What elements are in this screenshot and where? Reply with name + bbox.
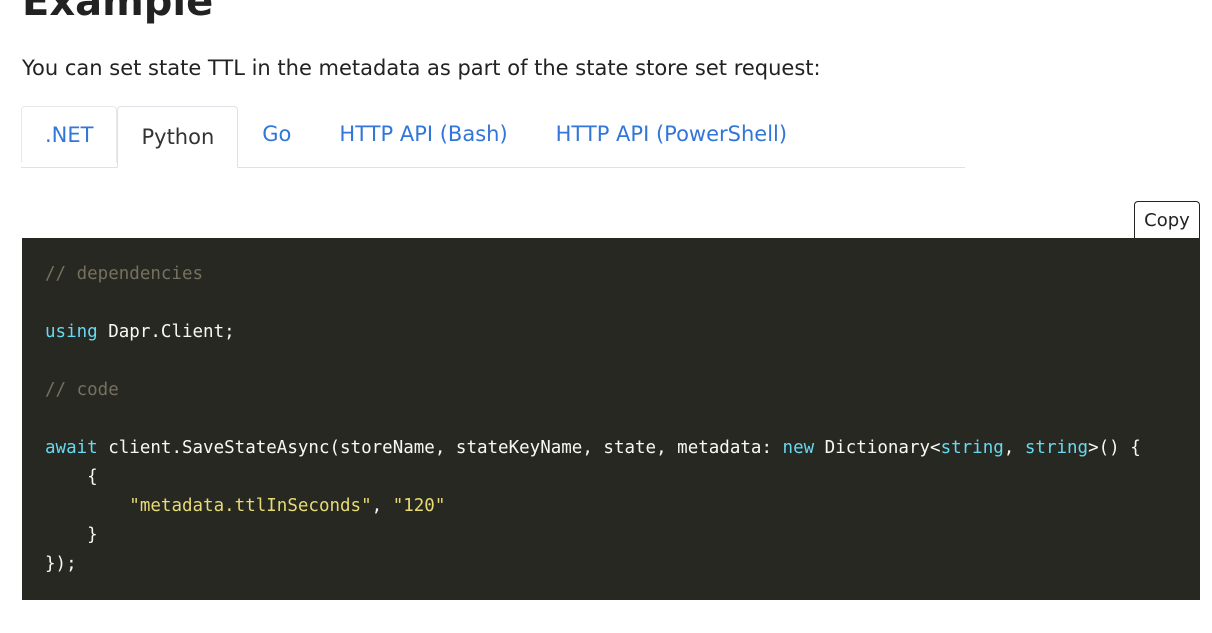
code-keyword: string [1024, 438, 1089, 458]
tab-http-api-bash[interactable]: HTTP API (Bash) [315, 106, 531, 162]
page-heading: Example [22, 0, 214, 25]
code-text: Dapr.Client; [97, 322, 235, 342]
code-string: "120" [392, 496, 446, 516]
tab-python[interactable]: Python [117, 106, 239, 168]
code-comment: // dependencies [45, 264, 204, 284]
code-line: "metadata.ttlInSeconds", "120" [45, 492, 1177, 521]
code-text: } [45, 525, 98, 545]
code-text: , [371, 496, 393, 516]
code-text: >() { [1088, 438, 1141, 458]
code-line: } [45, 521, 1177, 550]
code-tabs: .NET Python Go HTTP API (Bash) HTTP API … [21, 106, 965, 168]
code-line: // dependencies [45, 260, 1177, 289]
code-string: "metadata.ttlInSeconds" [129, 496, 372, 516]
code-text: client.SaveStateAsync(storeName, stateKe… [97, 438, 783, 458]
tab-http-api-powershell[interactable]: HTTP API (PowerShell) [532, 106, 811, 162]
code-line: using Dapr.Client; [45, 318, 1177, 347]
code-line: }); [45, 550, 1177, 579]
tab-dotnet[interactable]: .NET [21, 106, 118, 163]
code-line: await client.SaveStateAsync(storeName, s… [45, 434, 1177, 463]
code-keyword: string [940, 438, 1004, 458]
code-text: Dictionary< [814, 438, 941, 458]
copy-button[interactable]: Copy [1134, 201, 1200, 239]
code-text: , [1003, 438, 1025, 458]
code-line: // code [45, 376, 1177, 405]
code-text: }); [45, 554, 77, 574]
code-keyword: await [45, 438, 98, 458]
tab-go[interactable]: Go [238, 106, 315, 162]
code-keyword: new [782, 438, 815, 458]
code-block: // dependencies using Dapr.Client; // code… [22, 238, 1200, 600]
code-comment: // code [45, 380, 119, 400]
code-text: { [45, 467, 98, 487]
code-keyword: using [45, 322, 98, 342]
intro-text: You can set state TTL in the metadata as… [22, 56, 821, 80]
code-line: { [45, 463, 1177, 492]
